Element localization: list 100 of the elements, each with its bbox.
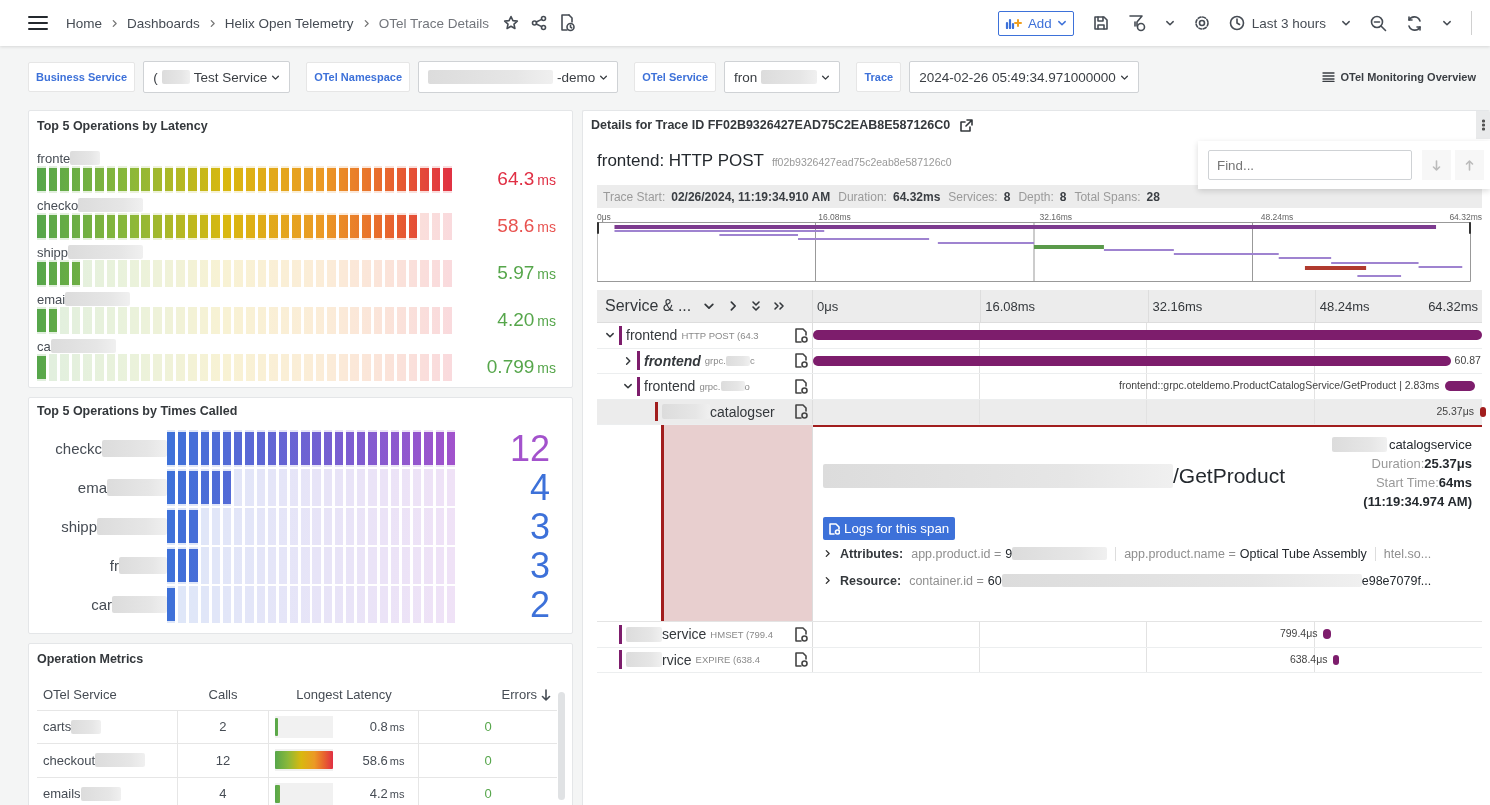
- sort-arrow-icon[interactable]: [541, 688, 551, 701]
- expand-all-icon[interactable]: [773, 301, 786, 311]
- toggle-icon[interactable]: [823, 576, 832, 585]
- section-label: Attributes:: [840, 546, 904, 561]
- time-tick: 48.24ms: [1319, 298, 1370, 314]
- span-bar[interactable]: [813, 355, 1451, 366]
- log-document-icon[interactable]: [794, 327, 808, 343]
- span-duration: 25.37μs: [1436, 404, 1474, 417]
- stat-label: Duration:: [1371, 456, 1425, 471]
- logs-button[interactable]: Logs for this span: [823, 517, 956, 540]
- share-icon[interactable]: [530, 15, 547, 31]
- operation-name: shipp: [37, 244, 69, 260]
- table-cell: checkout: [43, 752, 96, 768]
- span-bar[interactable]: [1333, 654, 1340, 665]
- toggle-icon[interactable]: [823, 549, 832, 558]
- service-name: catalogser: [710, 403, 775, 420]
- variable-dropdown[interactable]: ( Test Service: [143, 61, 291, 93]
- variable-dropdown[interactable]: fron: [724, 61, 841, 93]
- caret-icon[interactable]: [1164, 18, 1175, 28]
- column-header[interactable]: Calls: [208, 687, 238, 703]
- column-header[interactable]: Longest Latency: [296, 687, 392, 703]
- table-cell: 0: [484, 752, 492, 768]
- service-name: frontend: [644, 378, 696, 395]
- filter-icon[interactable]: [1127, 14, 1146, 32]
- star-icon[interactable]: [502, 15, 519, 31]
- latency-value: 4.20 ms: [496, 309, 557, 331]
- operation-name: checko: [37, 197, 79, 213]
- time-range-picker[interactable]: Last 3 hours: [1228, 15, 1351, 31]
- table-cell: 12: [215, 752, 231, 768]
- attribute-key: htel.so...: [1383, 546, 1432, 561]
- document-clock-icon[interactable]: [558, 14, 575, 32]
- variable-dropdown[interactable]: 2024-02-26 05:49:34.971000000: [909, 61, 1139, 93]
- trace-id: ff02b9326427ead75c2eab8e587126c0: [771, 156, 952, 168]
- caret-icon[interactable]: [1442, 18, 1452, 28]
- variable-value: 2024-02-26 05:49:34.971000000: [919, 69, 1116, 85]
- trace-name: frontend: HTTP POST: [597, 151, 764, 171]
- stat-value: 25.37μs: [1424, 456, 1472, 471]
- find-field[interactable]: Find...: [1208, 150, 1412, 180]
- log-document-icon: [829, 522, 840, 535]
- time-tick: 0μs: [597, 212, 612, 222]
- menu-icon[interactable]: [28, 15, 48, 31]
- stat-value: 64ms: [1438, 475, 1472, 490]
- log-document-icon[interactable]: [794, 652, 808, 668]
- operation-name: fronte: [37, 150, 71, 166]
- attribute-value: 9: [1005, 546, 1013, 561]
- variable-value: Test Service: [193, 69, 268, 85]
- collapse-all-icon[interactable]: [751, 300, 762, 312]
- service-name: frontend: [644, 352, 701, 369]
- span-bar[interactable]: [1445, 381, 1476, 391]
- operation-name: fr: [109, 557, 119, 574]
- time-tick: 48.24ms: [1260, 212, 1294, 222]
- stat-value: 8: [1003, 189, 1011, 204]
- operation-name: HTTP POST (64.3: [681, 329, 759, 341]
- table-cell-text: 0.8 ms: [368, 719, 406, 735]
- external-link-icon[interactable]: [960, 118, 974, 132]
- breadcrumb-link[interactable]: Home: [66, 15, 102, 31]
- save-icon[interactable]: [1092, 15, 1109, 31]
- operation-name: c: [749, 355, 755, 367]
- operation-name: ca: [37, 338, 51, 354]
- breadcrumb-link[interactable]: Helix Open Telemetry: [224, 15, 354, 31]
- span-bar[interactable]: [1480, 406, 1486, 417]
- dashboard-link[interactable]: OTel Monitoring Overview: [1340, 71, 1476, 83]
- settings-icon[interactable]: [1193, 15, 1210, 31]
- variable-value: fron: [734, 69, 758, 85]
- column-header: Service & ...: [605, 297, 692, 315]
- breadcrumb-link[interactable]: OTel Trace Details: [378, 15, 489, 31]
- variable-value: (: [153, 69, 158, 85]
- log-document-icon[interactable]: [794, 378, 808, 394]
- service-name: rvice: [662, 651, 692, 668]
- add-button[interactable]: Add: [998, 10, 1074, 36]
- breadcrumb-link[interactable]: Dashboards: [127, 15, 200, 31]
- arrow-up-icon: [1464, 159, 1474, 171]
- log-document-icon[interactable]: [794, 353, 808, 369]
- log-document-icon[interactable]: [794, 404, 808, 420]
- column-header[interactable]: OTel Service: [43, 687, 117, 703]
- clock-icon: [1228, 15, 1245, 31]
- table-cell-text: 4.2 ms: [368, 786, 406, 802]
- log-document-icon[interactable]: [794, 626, 808, 642]
- panel-title: Details for Trace ID FF02B9326427EAD75C2EAB8E587126C0: [591, 118, 951, 132]
- time-tick: 0μs: [817, 298, 839, 314]
- scrollbar[interactable]: [558, 692, 565, 800]
- panel-title: Top 5 Operations by Latency: [37, 119, 209, 133]
- span-bar[interactable]: [1323, 629, 1331, 639]
- table-cell: 0: [484, 719, 492, 735]
- service-name: catalogservice: [1388, 437, 1472, 452]
- variable-label: Business Service: [28, 62, 136, 92]
- variable-dropdown[interactable]: -demo: [418, 61, 619, 93]
- time-tick: 16.08ms: [818, 212, 852, 222]
- toggle-icon[interactable]: [623, 355, 633, 366]
- time-tick: 64.32ms: [1449, 212, 1482, 222]
- operation-name: car: [91, 596, 112, 613]
- span-duration: 799.4μs: [1279, 627, 1318, 639]
- minimap-drawing[interactable]: [597, 222, 1471, 282]
- panel-menu-button[interactable]: [1476, 111, 1490, 139]
- refresh-icon[interactable]: [1406, 14, 1423, 32]
- caret-icon: [1341, 18, 1351, 28]
- zoom-out-icon[interactable]: [1370, 14, 1387, 32]
- span-operation: /GetProduct: [1173, 464, 1286, 488]
- column-header[interactable]: Errors: [501, 687, 537, 703]
- table-cell: carts: [43, 719, 72, 735]
